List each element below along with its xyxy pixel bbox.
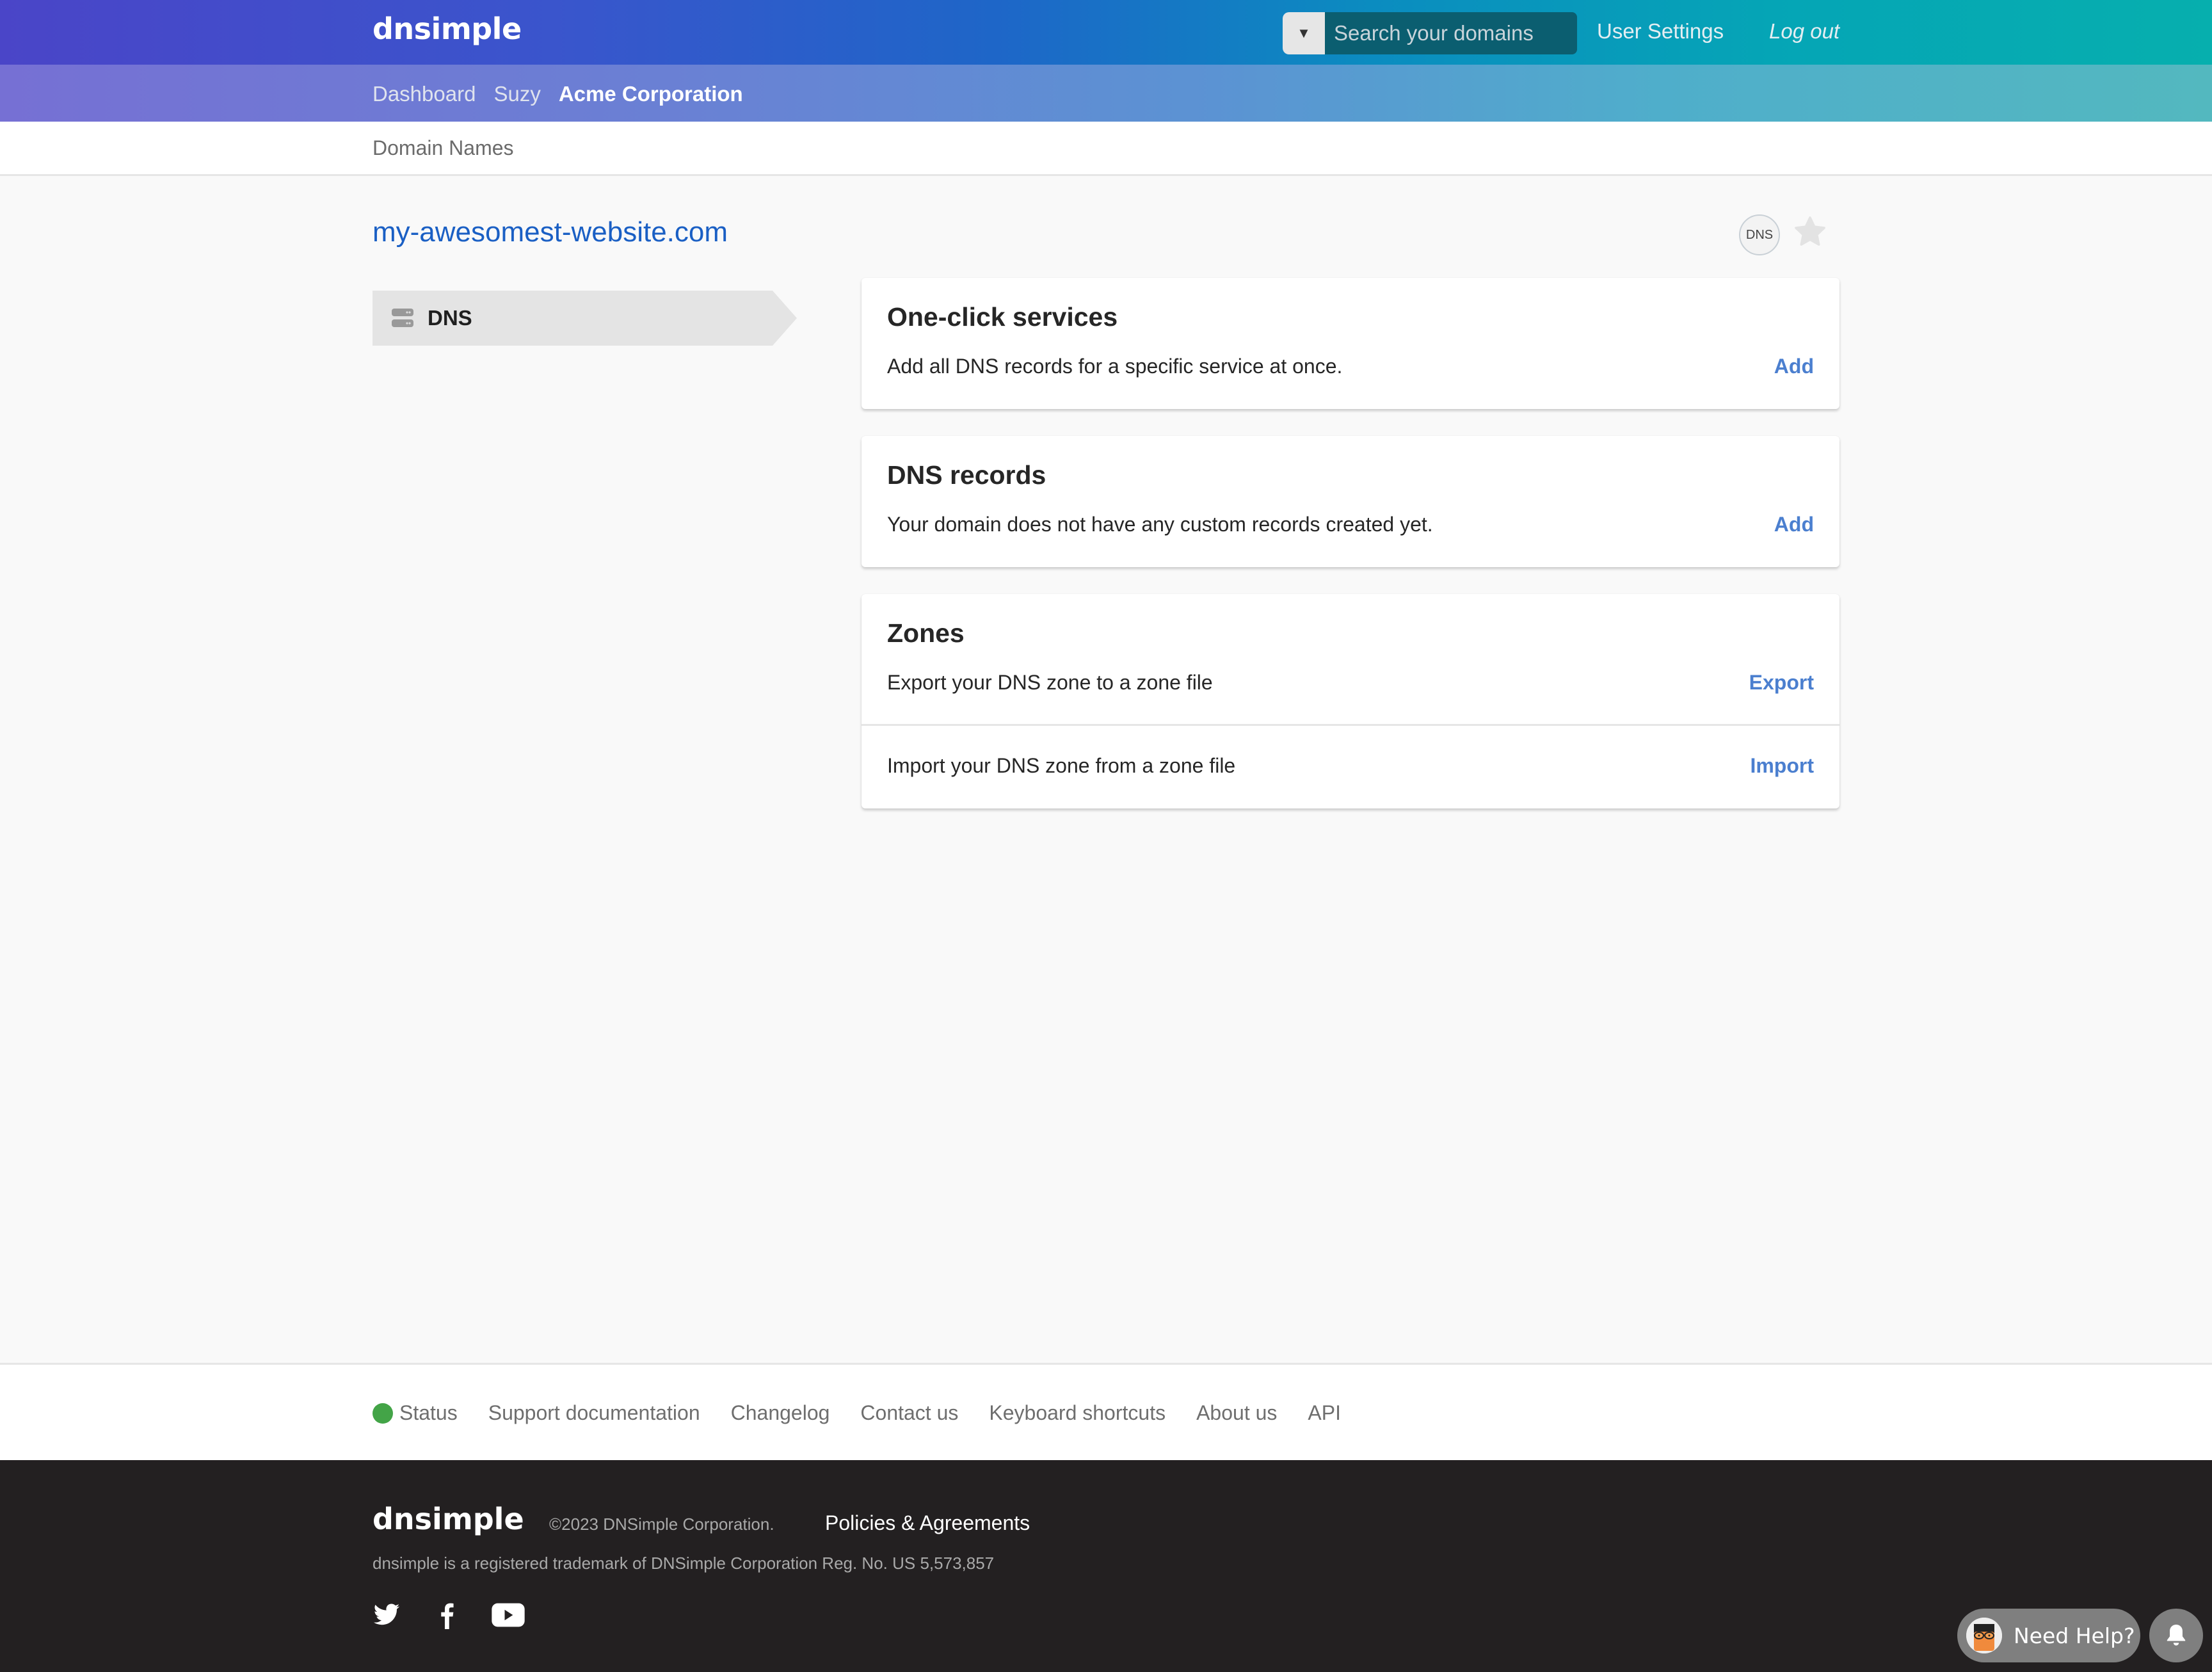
footer-logo[interactable]: dnsimple bbox=[373, 1502, 524, 1536]
card-title: DNS records bbox=[887, 460, 1046, 490]
card-description: Add all DNS records for a specific servi… bbox=[887, 355, 1343, 378]
import-zone-button[interactable]: Import bbox=[1750, 754, 1814, 778]
footer-link-label: Status bbox=[399, 1401, 458, 1424]
twitter-icon[interactable] bbox=[373, 1601, 401, 1629]
search-scope-dropdown[interactable]: ▼ bbox=[1283, 12, 1325, 54]
caret-down-icon: ▼ bbox=[1297, 25, 1311, 41]
facebook-icon[interactable] bbox=[433, 1601, 461, 1629]
server-icon bbox=[392, 309, 413, 327]
sidebar-item-dns[interactable]: DNS bbox=[373, 291, 797, 346]
star-icon[interactable] bbox=[1792, 214, 1828, 250]
need-help-label: Need Help? bbox=[2014, 1623, 2135, 1648]
policies-link[interactable]: Policies & Agreements bbox=[825, 1511, 1030, 1535]
zones-card: Zones Export your DNS zone to a zone fil… bbox=[862, 594, 1839, 808]
dnsimple-logo[interactable]: dnsimple bbox=[373, 12, 522, 46]
breadcrumb: Domain Names bbox=[0, 122, 2212, 176]
footer-link-keyboard-shortcuts[interactable]: Keyboard shortcuts bbox=[989, 1401, 1166, 1425]
export-zone-button[interactable]: Export bbox=[1749, 671, 1814, 695]
footer-link-api[interactable]: API bbox=[1308, 1401, 1341, 1425]
add-dns-record-button[interactable]: Add bbox=[1774, 513, 1814, 536]
dns-badge: DNS bbox=[1739, 214, 1780, 255]
one-click-services-card: One-click services Add all DNS records f… bbox=[862, 278, 1839, 409]
search-input[interactable] bbox=[1325, 12, 1577, 54]
domain-search: ▼ bbox=[1283, 12, 1577, 54]
page-title[interactable]: my-awesomest-website.com bbox=[373, 216, 728, 248]
support-avatar-icon bbox=[1966, 1618, 2002, 1653]
copyright: ©2023 DNSimple Corporation. bbox=[549, 1515, 774, 1534]
account-nav: Dashboard Suzy Acme Corporation bbox=[0, 65, 2212, 122]
card-title: Zones bbox=[887, 618, 965, 648]
logout-link[interactable]: Log out bbox=[1769, 19, 1839, 44]
card-title: One-click services bbox=[887, 302, 1118, 332]
breadcrumb-domain-names[interactable]: Domain Names bbox=[373, 136, 514, 160]
footer-link-status[interactable]: Status bbox=[373, 1401, 458, 1425]
import-zone-description: Import your DNS zone from a zone file bbox=[887, 754, 1236, 777]
footer-link-contact-us[interactable]: Contact us bbox=[860, 1401, 958, 1425]
notifications-button[interactable] bbox=[2149, 1609, 2203, 1662]
nav-suzy[interactable]: Suzy bbox=[493, 82, 540, 106]
footer-link-changelog[interactable]: Changelog bbox=[731, 1401, 830, 1425]
nav-dashboard[interactable]: Dashboard bbox=[373, 82, 476, 106]
nav-acme-corporation[interactable]: Acme Corporation bbox=[559, 82, 743, 106]
footer: dnsimple ©2023 DNSimple Corporation. Pol… bbox=[0, 1460, 2212, 1672]
add-one-click-service-button[interactable]: Add bbox=[1774, 355, 1814, 378]
bell-icon bbox=[2167, 1625, 2186, 1646]
sidebar-item-label: DNS bbox=[428, 306, 472, 330]
footer-link-support-documentation[interactable]: Support documentation bbox=[488, 1401, 700, 1425]
card-description: Your domain does not have any custom rec… bbox=[887, 513, 1433, 536]
top-header: dnsimple ▼ User Settings Log out bbox=[0, 0, 2212, 65]
youtube-icon[interactable] bbox=[490, 1601, 526, 1629]
user-settings-link[interactable]: User Settings bbox=[1597, 19, 1724, 44]
need-help-button[interactable]: Need Help? bbox=[1957, 1609, 2140, 1662]
divider bbox=[862, 724, 1839, 726]
trademark-notice: dnsimple is a registered trademark of DN… bbox=[373, 1554, 995, 1573]
status-indicator bbox=[373, 1403, 393, 1424]
dns-records-card: DNS records Your domain does not have an… bbox=[862, 436, 1839, 567]
footer-links: Status Support documentation Changelog C… bbox=[0, 1363, 2212, 1460]
export-zone-description: Export your DNS zone to a zone file bbox=[887, 671, 1213, 694]
footer-link-about-us[interactable]: About us bbox=[1196, 1401, 1277, 1425]
